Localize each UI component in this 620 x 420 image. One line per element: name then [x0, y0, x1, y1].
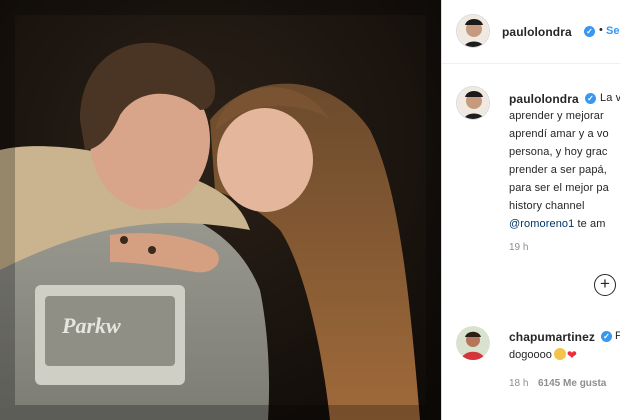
svg-text:Parkw: Parkw: [61, 313, 121, 338]
emoji-face-icon: [553, 348, 566, 360]
comment-likes-link[interactable]: 6145 Me gusta: [538, 378, 606, 389]
post-header: paulolondra ✓ • Se: [442, 0, 620, 64]
plus-circle-icon[interactable]: +: [594, 274, 616, 296]
caption-text-line: aprender y mejorar: [509, 110, 604, 122]
caption-username[interactable]: paulolondra: [509, 92, 579, 106]
caption-text-line: aprendí amar y a vo: [509, 128, 609, 140]
comment-timestamp: 18 h: [509, 378, 529, 389]
follow-button[interactable]: Se: [606, 25, 619, 37]
caption-text-line: La v: [600, 92, 620, 104]
red-heart-emoji-icon: ❤: [566, 348, 577, 362]
avatar-image: [456, 326, 490, 360]
caption-mention-line: @romoreno1 te am: [509, 218, 606, 230]
verified-badge-icon: ✓: [601, 331, 612, 342]
commenter-username[interactable]: chapumartinez: [509, 330, 595, 344]
mention-link[interactable]: @romoreno1: [509, 218, 574, 230]
header-username[interactable]: paulolondra: [502, 25, 572, 39]
comment-text-tail: F: [615, 330, 620, 342]
caption-text-line: para ser el mejor pa: [509, 182, 609, 194]
caption-mention-tail: te am: [577, 218, 606, 230]
commenter-avatar[interactable]: [456, 326, 490, 360]
separator-dot: •: [599, 24, 603, 36]
instagram-post-view: Parkw paulolondra ✓ • Se paulolondra ✓ L…: [0, 0, 620, 420]
post-side-panel: paulolondra ✓ • Se paulolondra ✓ La v ap…: [442, 0, 620, 420]
comment-text: dogoooo ❤: [509, 348, 577, 362]
verified-badge-icon: ✓: [584, 26, 595, 37]
avatar-image: [457, 15, 489, 47]
post-photo[interactable]: Parkw: [0, 0, 441, 420]
caption-timestamp: 19 h: [509, 242, 529, 253]
comment-body: dogoooo: [509, 349, 552, 361]
post-photo-illustration: Parkw: [0, 0, 441, 420]
caption-text-line: prender a ser papá,: [509, 164, 607, 176]
caption-text-line: history channel: [509, 200, 585, 212]
verified-badge-icon: ✓: [585, 93, 596, 104]
author-avatar[interactable]: [456, 14, 490, 48]
avatar-image: [457, 87, 489, 119]
caption-text-line: persona, y hoy grac: [509, 146, 608, 158]
caption-author-avatar[interactable]: [456, 86, 490, 120]
